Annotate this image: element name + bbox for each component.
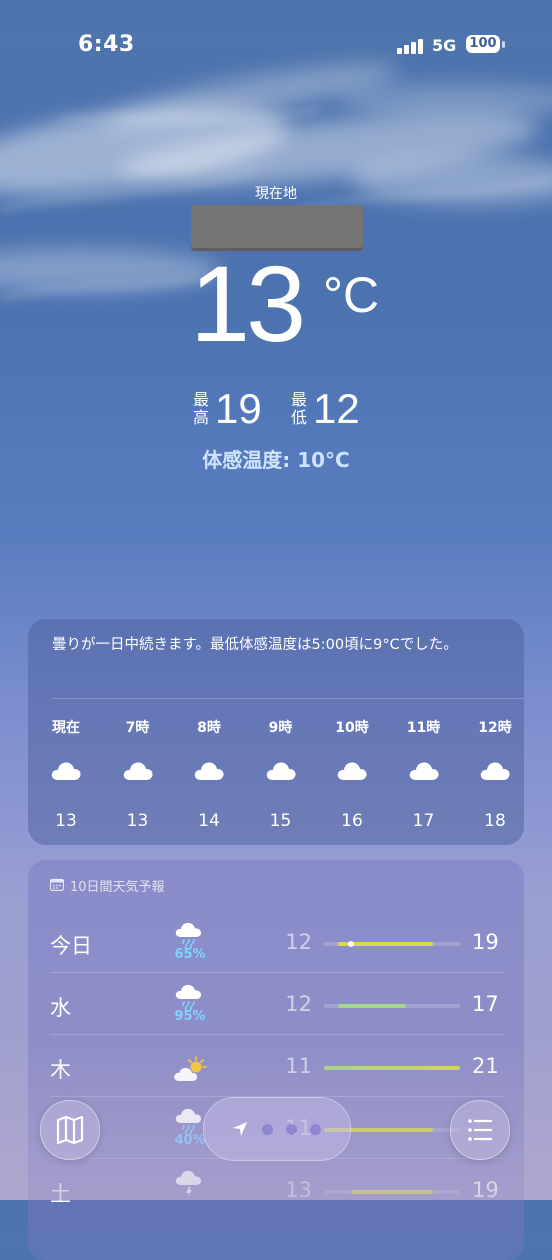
cloud-icon [316,759,388,785]
hourly-item: 10時 16 [316,717,388,831]
hourly-item: 11時 17 [388,717,460,831]
row-divider [50,1034,504,1035]
status-time: 6:43 [78,32,135,57]
map-icon [56,1115,84,1145]
high-temp: 19 [472,930,499,954]
temperature-unit: °C [323,267,380,323]
hourly-item: 7時 13 [102,717,174,831]
hourly-item: 現在 13 [30,717,102,831]
cloud-icon [245,759,317,785]
page-dot[interactable] [310,1124,321,1135]
current-temperature: 13 [190,243,306,364]
calendar-icon [50,878,64,891]
page-dot[interactable] [286,1124,297,1135]
daily-row[interactable]: 水 95% 12 17 [28,972,524,1034]
precip-chance: 65% [174,947,206,962]
hourly-temp: 16 [341,811,363,831]
page-dot[interactable] [262,1124,273,1135]
hourly-time: 9時 [268,720,293,736]
hourly-item: 12時 18 [459,717,531,831]
thunderstorm-icon [172,1168,208,1197]
current-temp-dot [348,941,355,947]
cloud-icon [388,759,460,785]
high-low-row: 最高 19 最低 12 [0,385,552,435]
daily-row[interactable]: 土 13 19 [28,1158,524,1220]
list-icon [468,1119,493,1141]
low-label: 最低 [290,390,307,427]
hourly-temp: 15 [269,811,292,831]
hourly-time: 7時 [125,720,150,736]
daily-row[interactable]: 今日 65% 12 19 [28,910,524,972]
cloud-icon [30,759,102,785]
hourly-temp: 18 [484,811,506,831]
high-temp: 17 [472,992,499,1016]
hourly-temp: 14 [198,811,220,831]
low-temp: 12 [285,930,312,954]
hourly-time: 10時 [335,720,369,736]
hourly-summary: 曇りが一日中続きます。最低体感温度は5:00頃に9°Cでした。 [52,637,458,653]
temp-range-bar [324,1004,460,1008]
page-indicator[interactable] [203,1097,351,1161]
cloud-icon [459,759,531,785]
daily-forecast-header: 10日間天気予報 [50,876,165,895]
feels-like: 体感温度: 10°C [202,448,350,472]
hourly-item: 8時 14 [173,717,245,831]
cellular-signal-icon [397,39,423,54]
daily-forecast-title: 10日間天気予報 [70,880,165,895]
partly-sunny-icon [172,1054,208,1082]
temp-range-fill [324,1066,460,1070]
hourly-time: 12時 [478,720,512,736]
battery-tip [502,41,505,48]
day-label: 木 [50,1058,71,1082]
cloud-icon [173,759,245,785]
daily-forecast-card[interactable]: 10日間天気予報 今日 65% 12 19 水 95% 12 17 木 11 21 40% 11 土 13 1… [28,860,524,1260]
high-temperature: 19 [215,385,262,432]
temp-range-fill [337,1004,406,1008]
hourly-item: 9時 15 [245,717,317,831]
low-temperature: 12 [313,385,360,432]
network-type: 5G [432,36,457,55]
day-label: 今日 [50,934,92,958]
status-bar: 6:43 5G 100 [0,30,552,66]
hourly-temp: 13 [55,811,77,831]
rain-cloud-icon [172,982,208,1011]
hourly-forecast-card[interactable]: 曇りが一日中続きます。最低体感温度は5:00頃に9°Cでした。 現在 13 7時 13… [28,619,524,845]
divider [52,698,524,699]
cloud-icon [102,759,174,785]
low-temp: 11 [285,1054,312,1078]
low-temp: 13 [285,1178,312,1202]
precip-chance: 95% [174,1009,206,1024]
temp-range-bar [324,1190,460,1194]
temp-range-fill [351,1190,433,1194]
row-divider [50,972,504,973]
battery-level: 100 [469,36,497,51]
day-label: 水 [50,996,71,1020]
map-button[interactable] [40,1100,100,1160]
low-temp: 12 [285,992,312,1016]
daily-row[interactable]: 木 11 21 [28,1034,524,1096]
high-temp: 21 [472,1054,499,1078]
temp-range-bar [324,1066,460,1070]
hourly-time: 11時 [406,720,441,736]
temp-range-bar [324,941,460,947]
hourly-time: 8時 [197,720,221,736]
hourly-temp: 17 [412,811,435,831]
high-temp: 19 [472,1178,499,1202]
high-label: 最高 [192,390,209,427]
location-arrow-icon [233,1122,247,1136]
rain-cloud-icon [172,920,208,949]
battery-icon: 100 [466,35,500,53]
hourly-temp: 13 [126,811,149,831]
location-list-button[interactable] [450,1100,510,1160]
location-label: 現在地 [255,186,297,202]
hourly-time: 現在 [52,720,80,736]
day-label: 土 [50,1182,71,1206]
